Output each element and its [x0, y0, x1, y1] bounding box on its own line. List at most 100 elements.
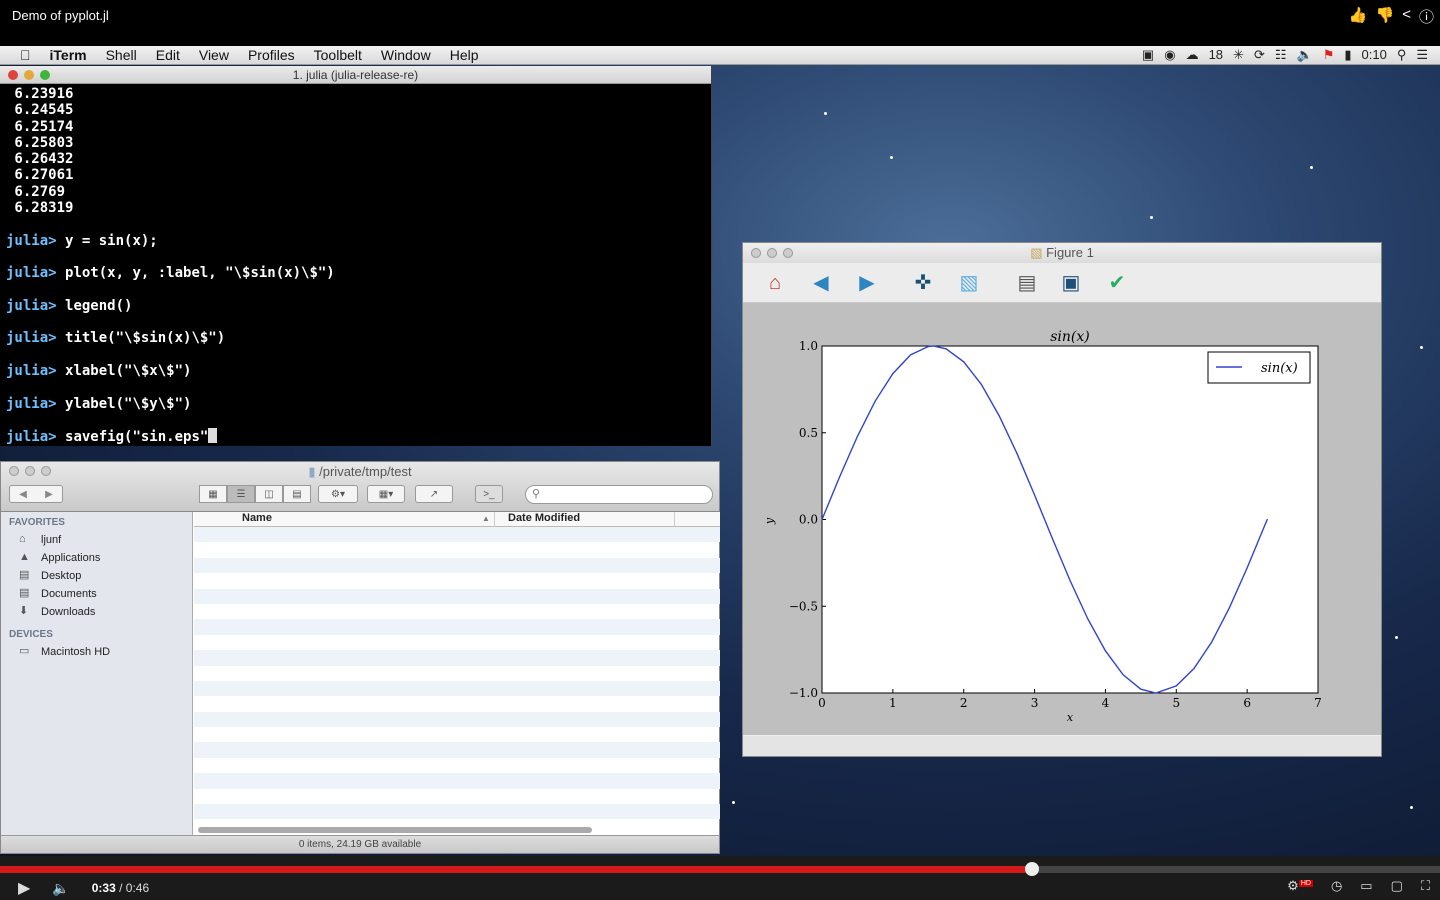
terminal-line: 6.25803	[6, 135, 705, 151]
info-icon[interactable]: ⓘ	[1419, 6, 1434, 27]
subplots-icon[interactable]: ▤	[1015, 271, 1039, 295]
owl-icon[interactable]: ◉	[1164, 47, 1175, 63]
share-icon[interactable]: <	[1402, 6, 1411, 27]
icon-view-icon[interactable]: ▦	[199, 485, 227, 503]
star	[1420, 346, 1423, 349]
sync-icon[interactable]: ⟳	[1254, 47, 1265, 63]
menu-profiles[interactable]: Profiles	[248, 47, 295, 63]
cloud-icon[interactable]: ☁	[1186, 47, 1199, 63]
time-total: 0:46	[125, 881, 150, 895]
zoom-icon[interactable]	[40, 70, 50, 80]
like-icon[interactable]: 👍	[1349, 6, 1368, 27]
column-name[interactable]: Name	[242, 512, 272, 524]
share-button[interactable]: ↗	[415, 485, 453, 503]
close-icon[interactable]	[751, 248, 761, 258]
x-tick-label: 0	[818, 696, 826, 710]
sin-plot[interactable]: 0 1 2 3 4 5 6 7 1.0 0.5 0.0 −0.5 −1.0 sin(x) x y sin…	[743, 303, 1381, 735]
menu-shell[interactable]: Shell	[106, 47, 137, 63]
minimize-icon[interactable]	[24, 70, 34, 80]
terminal-output[interactable]: 6.23916 6.24545 6.25174 6.25803 6.26432 …	[0, 84, 711, 447]
julia-prompt: julia>	[6, 265, 66, 282]
list-view-icon[interactable]: ☰	[227, 485, 255, 503]
zoom-icon[interactable]	[783, 248, 793, 258]
home-icon[interactable]: ⌂	[763, 271, 787, 295]
horizontal-scrollbar[interactable]	[198, 827, 592, 833]
column-date-modified[interactable]: Date Modified	[508, 512, 580, 524]
apple-menu-icon[interactable]: 	[20, 47, 31, 63]
table-row	[194, 758, 720, 773]
y-tick-label: 0.5	[799, 426, 818, 440]
bluetooth-icon[interactable]: ✳	[1233, 47, 1244, 63]
calendar-badge[interactable]: 18	[1209, 47, 1223, 63]
dislike-icon[interactable]: 👎	[1376, 6, 1395, 27]
terminal-window[interactable]: 1. julia (julia-release-re) 6.23916 6.24…	[0, 66, 712, 446]
time-separator: /	[115, 881, 126, 895]
menu-window[interactable]: Window	[381, 47, 431, 63]
action-gear-button[interactable]: ⚙▾	[318, 485, 358, 503]
theater-mode-icon[interactable]: ▢	[1391, 878, 1403, 894]
figure-titlebar[interactable]: ▧ Figure 1	[743, 243, 1381, 263]
file-list-header: Name ▲ Date Modified	[194, 512, 720, 527]
settings-gear-icon[interactable]: ⚙ HD	[1287, 878, 1313, 894]
pan-icon[interactable]: ✜	[911, 271, 935, 295]
minimize-icon[interactable]	[767, 248, 777, 258]
sidebar-item-documents[interactable]: ▤ Documents	[1, 585, 192, 603]
search-input[interactable]: ⚲	[525, 485, 713, 504]
arrange-button[interactable]: ▦▾	[367, 485, 405, 503]
table-row	[194, 727, 720, 742]
sidebar-item-label: Documents	[41, 588, 97, 600]
finder-path-title: ▮ /private/tmp/test	[1, 464, 719, 480]
fullscreen-icon[interactable]: ⛶	[1421, 878, 1430, 894]
flag-icon[interactable]: ⚑	[1323, 47, 1335, 63]
finder-window[interactable]: ▮ /private/tmp/test ◀ ▶ ▦ ☰ ◫ ▤ ⚙▾ ▦▾ ↗ >…	[0, 461, 720, 854]
forward-icon[interactable]: ▶	[855, 271, 879, 295]
sidebar-item-desktop[interactable]: ▤ Desktop	[1, 567, 192, 585]
figure-window[interactable]: ▧ Figure 1 ⌂ ◀ ▶ ✜ ▧ ▤ ▣ ✔ 0 1 2 3 4 5 6 7 1.0 0.5 0.0 −0.…	[742, 242, 1382, 757]
zoom-icon[interactable]: ▧	[957, 271, 981, 295]
clock[interactable]: 0:10	[1362, 47, 1387, 63]
terminal-titlebar[interactable]: 1. julia (julia-release-re)	[0, 66, 711, 84]
table-row	[194, 696, 720, 711]
table-row	[194, 789, 720, 804]
small-player-icon[interactable]: ▭	[1360, 878, 1372, 894]
back-arrow-icon[interactable]: ◀	[19, 489, 27, 500]
video-progress-bar[interactable]	[0, 862, 1440, 876]
column-view-icon[interactable]: ◫	[255, 485, 283, 503]
spotlight-icon[interactable]: ⚲	[1397, 47, 1407, 63]
play-icon[interactable]: ▶	[18, 878, 30, 898]
view-switcher[interactable]: ▦ ☰ ◫ ▤	[199, 485, 311, 503]
menu-edit[interactable]: Edit	[156, 47, 180, 63]
notification-icon[interactable]: ☰	[1416, 47, 1428, 63]
downloads-icon: ⬇	[19, 605, 29, 617]
figure-canvas[interactable]: 0 1 2 3 4 5 6 7 1.0 0.5 0.0 −0.5 −1.0 sin(x) x y sin…	[743, 303, 1381, 735]
video-title-bar: Demo of pyplot.jl 👍 👎 < ⓘ	[0, 0, 1440, 46]
sidebar-item-downloads[interactable]: ⬇ Downloads	[1, 603, 192, 621]
watch-later-icon[interactable]: ◷	[1331, 878, 1342, 894]
back-icon[interactable]: ◀	[809, 271, 833, 295]
menu-view[interactable]: View	[199, 47, 229, 63]
coverflow-view-icon[interactable]: ▤	[283, 485, 311, 503]
menu-iterm[interactable]: iTerm	[50, 47, 87, 63]
close-icon[interactable]	[8, 70, 18, 80]
volume-icon[interactable]: 🔈	[52, 880, 69, 897]
back-forward-buttons[interactable]: ◀ ▶	[9, 485, 63, 503]
save-icon[interactable]: ▣	[1059, 271, 1083, 295]
battery-icon[interactable]: ▮	[1344, 47, 1351, 63]
julia-prompt: julia>	[6, 330, 66, 347]
x-tick-label: 5	[1172, 696, 1180, 710]
figure-status-bar	[743, 736, 1381, 756]
menu-toolbelt[interactable]: Toolbelt	[314, 47, 362, 63]
menu-help[interactable]: Help	[450, 47, 479, 63]
volume-icon[interactable]: 🔈	[1297, 47, 1313, 63]
camera-icon[interactable]: ▣	[1142, 47, 1154, 63]
sidebar-item-ljunf[interactable]: ⌂ ljunf	[1, 531, 192, 549]
home-icon: ⌂	[19, 533, 26, 545]
wifi-icon[interactable]: ☷	[1275, 47, 1287, 63]
sidebar-item-macintosh-hd[interactable]: ▭ Macintosh HD	[1, 643, 192, 661]
terminal-here-button[interactable]: >_	[475, 485, 503, 503]
file-list[interactable]: Name ▲ Date Modified	[194, 512, 720, 837]
edit-icon[interactable]: ✔	[1105, 271, 1129, 295]
sidebar-item-applications[interactable]: ▲ Applications	[1, 549, 192, 567]
forward-arrow-icon[interactable]: ▶	[45, 489, 53, 500]
terminal-text: 6.2769	[6, 183, 66, 200]
